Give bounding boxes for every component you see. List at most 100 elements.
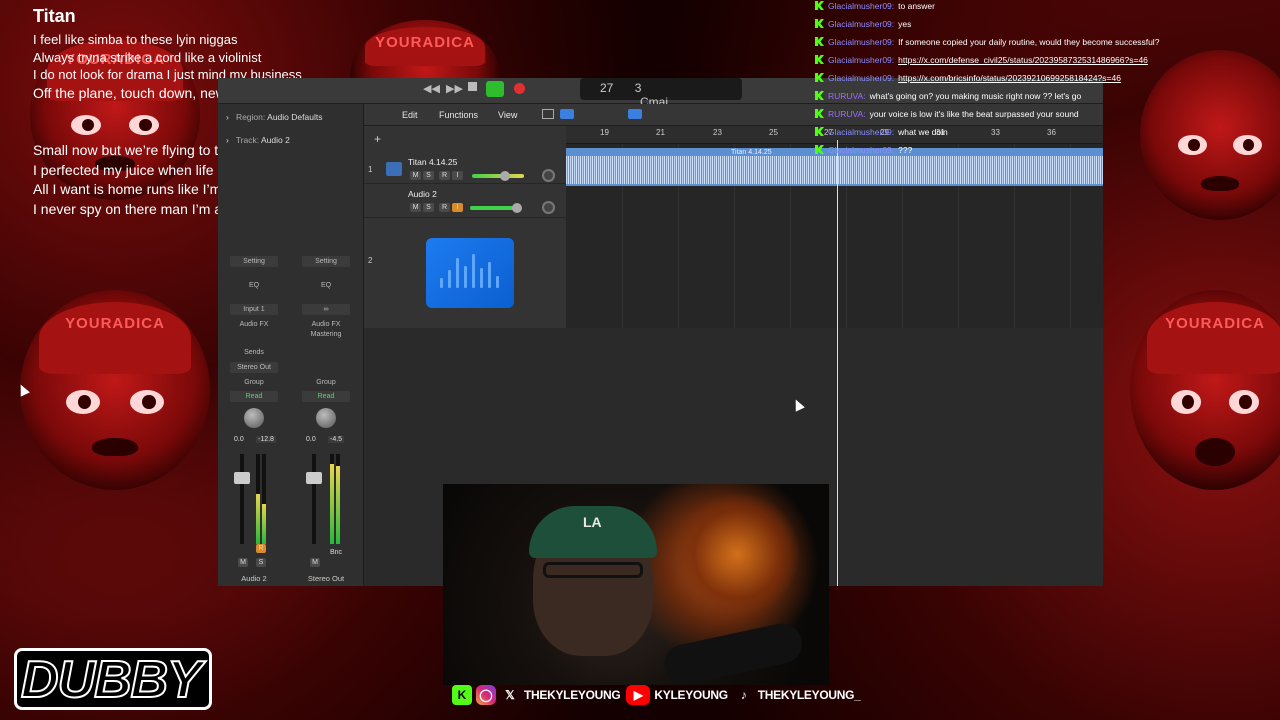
pan-knob[interactable]: [542, 201, 555, 214]
kick-badge-icon: [815, 91, 824, 100]
play-button[interactable]: [486, 81, 504, 97]
volume-fader[interactable]: [234, 472, 250, 484]
background-avatar-left: YOURADICA: [20, 290, 210, 490]
lcd-beat: 3: [634, 81, 642, 95]
mute-button[interactable]: M: [310, 558, 320, 567]
streamer-glasses: [543, 562, 643, 578]
link-button[interactable]: ∞: [302, 304, 350, 315]
kick-badge-icon: [815, 73, 824, 82]
kick-badge-icon: [815, 145, 824, 154]
mastering-slot[interactable]: Mastering: [302, 329, 350, 340]
list-view-icon[interactable]: [542, 109, 554, 119]
instagram-icon: ◯: [476, 685, 496, 705]
ruler-tick: 19: [600, 128, 609, 137]
output-button[interactable]: Stereo Out: [230, 362, 278, 373]
audio-track-icon: [386, 162, 402, 176]
audio-fx-slot[interactable]: Audio FX: [230, 319, 278, 330]
avatar-cap-text: YOURADICA: [1165, 314, 1265, 332]
inspector-panel: › Region: Audio Defaults › Track: Audio …: [218, 104, 364, 586]
chat-username: RURUVA:: [828, 109, 866, 119]
arrange-area[interactable]: Titan 4.14.25: [566, 144, 1103, 328]
record-enable-button[interactable]: R: [439, 203, 450, 212]
lyric-line: Always tryna strike a cord like a violin…: [33, 49, 262, 65]
chat-link[interactable]: https://x.com/bricsinfo/status/202392106…: [898, 73, 1121, 83]
record-enable-button[interactable]: R: [256, 544, 266, 553]
chat-message: Glacialmusher09: https://x.com/defense_ci…: [815, 54, 1280, 72]
volume-slider-knob[interactable]: [500, 171, 510, 181]
chat-username: Glacialmusher09:: [828, 37, 895, 47]
group-slot[interactable]: Group: [302, 377, 350, 388]
record-enable-button[interactable]: R: [439, 171, 450, 180]
edit-menu[interactable]: Edit: [402, 110, 418, 120]
snap-icon[interactable]: [628, 109, 642, 119]
add-track-icon[interactable]: +: [374, 132, 381, 146]
track-name: Audio 2: [408, 189, 437, 199]
record-button[interactable]: [514, 83, 525, 94]
volume-slider-knob[interactable]: [512, 203, 522, 213]
track-view-icon[interactable]: [560, 109, 574, 119]
chat-message: Glacialmusher09: If someone copied your d…: [815, 36, 1280, 54]
region-name: Titan 4.14.25: [731, 149, 772, 156]
chat-message: RURUVA: your voice is low it's like the b…: [815, 108, 1280, 126]
sends-slot[interactable]: Sends: [230, 347, 278, 358]
track-list: + 1 Titan 4.14.25 M S R I Audio 2 M S R …: [364, 126, 566, 328]
setting-button[interactable]: Setting: [230, 256, 278, 267]
tiktok-handle: THEKYLEYOUNG_: [757, 688, 861, 702]
volume-slider[interactable]: [472, 174, 524, 178]
input-monitor-button[interactable]: I: [452, 203, 463, 212]
chat-text: what we doin: [898, 127, 948, 137]
automation-mode[interactable]: Read: [230, 391, 278, 402]
chat-message: Glacialmusher09: what we doin: [815, 126, 1280, 144]
bounce-button[interactable]: Bnc: [330, 549, 342, 556]
chat-link[interactable]: https://x.com/defense_civil25/status/202…: [898, 55, 1148, 65]
chat-message: Glacialmusher09:???: [815, 144, 1280, 162]
eq-button[interactable]: EQ: [230, 280, 278, 291]
functions-menu[interactable]: Functions: [439, 110, 478, 120]
rewind-icon[interactable]: ◀◀: [423, 82, 440, 95]
chat-text: yes: [898, 19, 912, 29]
chat-text: your voice is low it's like the beat sur…: [869, 109, 1079, 119]
track-row[interactable]: Audio 2 M S R I: [364, 184, 566, 218]
pan-knob[interactable]: [316, 408, 336, 428]
chat-username: Glacialmusher09:: [828, 55, 895, 65]
volume-fader[interactable]: [306, 472, 322, 484]
input-monitor-button[interactable]: I: [452, 171, 463, 180]
volume-slider[interactable]: [470, 206, 516, 210]
region-inspector-header[interactable]: › Region: Audio Defaults: [226, 112, 322, 122]
solo-button[interactable]: S: [423, 171, 434, 180]
solo-button[interactable]: S: [423, 203, 434, 212]
track-row[interactable]: 1 Titan 4.14.25 M S R I: [364, 154, 566, 184]
track-row[interactable]: 2: [364, 218, 566, 328]
channel-strip-audio-2: Setting EQ Input 1 Audio FX Sends Stereo…: [226, 256, 282, 586]
automation-mode[interactable]: Read: [302, 391, 350, 402]
view-menu[interactable]: View: [498, 110, 517, 120]
eq-button[interactable]: EQ: [302, 280, 350, 291]
pan-knob[interactable]: [244, 408, 264, 428]
pan-knob[interactable]: [542, 169, 555, 182]
chat-text: what's going on? you making music right …: [869, 91, 1082, 101]
volume-fader-track: [240, 454, 244, 544]
background-lights: [673, 494, 803, 614]
level-meter: [256, 454, 260, 544]
mute-button[interactable]: M: [238, 558, 248, 567]
mute-button[interactable]: M: [410, 203, 421, 212]
mute-button[interactable]: M: [410, 171, 421, 180]
stop-icon[interactable]: [468, 82, 477, 91]
avatar-cap-text: YOURADICA: [375, 33, 475, 51]
track-inspector-header[interactable]: › Track: Audio 2: [226, 135, 290, 145]
level-meter: [336, 454, 340, 544]
input-button[interactable]: Input 1: [230, 304, 278, 315]
solo-button[interactable]: S: [256, 558, 266, 567]
forward-icon[interactable]: ▶▶: [446, 82, 463, 95]
chat-message: Glacialmusher09: yes: [815, 18, 1280, 36]
socials-bar: K ◯ 𝕏 THEKYLEYOUNG ▶ KYLEYOUNG ♪ THEKYLE…: [452, 685, 867, 705]
lcd-bar: 27: [600, 81, 614, 95]
chat-username: Glacialmusher09:: [828, 19, 895, 29]
group-slot[interactable]: Group: [230, 377, 278, 388]
setting-button[interactable]: Setting: [302, 256, 350, 267]
song-title: Titan: [33, 6, 76, 26]
channel-name: Audio 2: [241, 574, 267, 583]
kick-badge-icon: [815, 109, 824, 118]
x-icon: 𝕏: [505, 688, 515, 702]
playhead[interactable]: [837, 140, 838, 586]
